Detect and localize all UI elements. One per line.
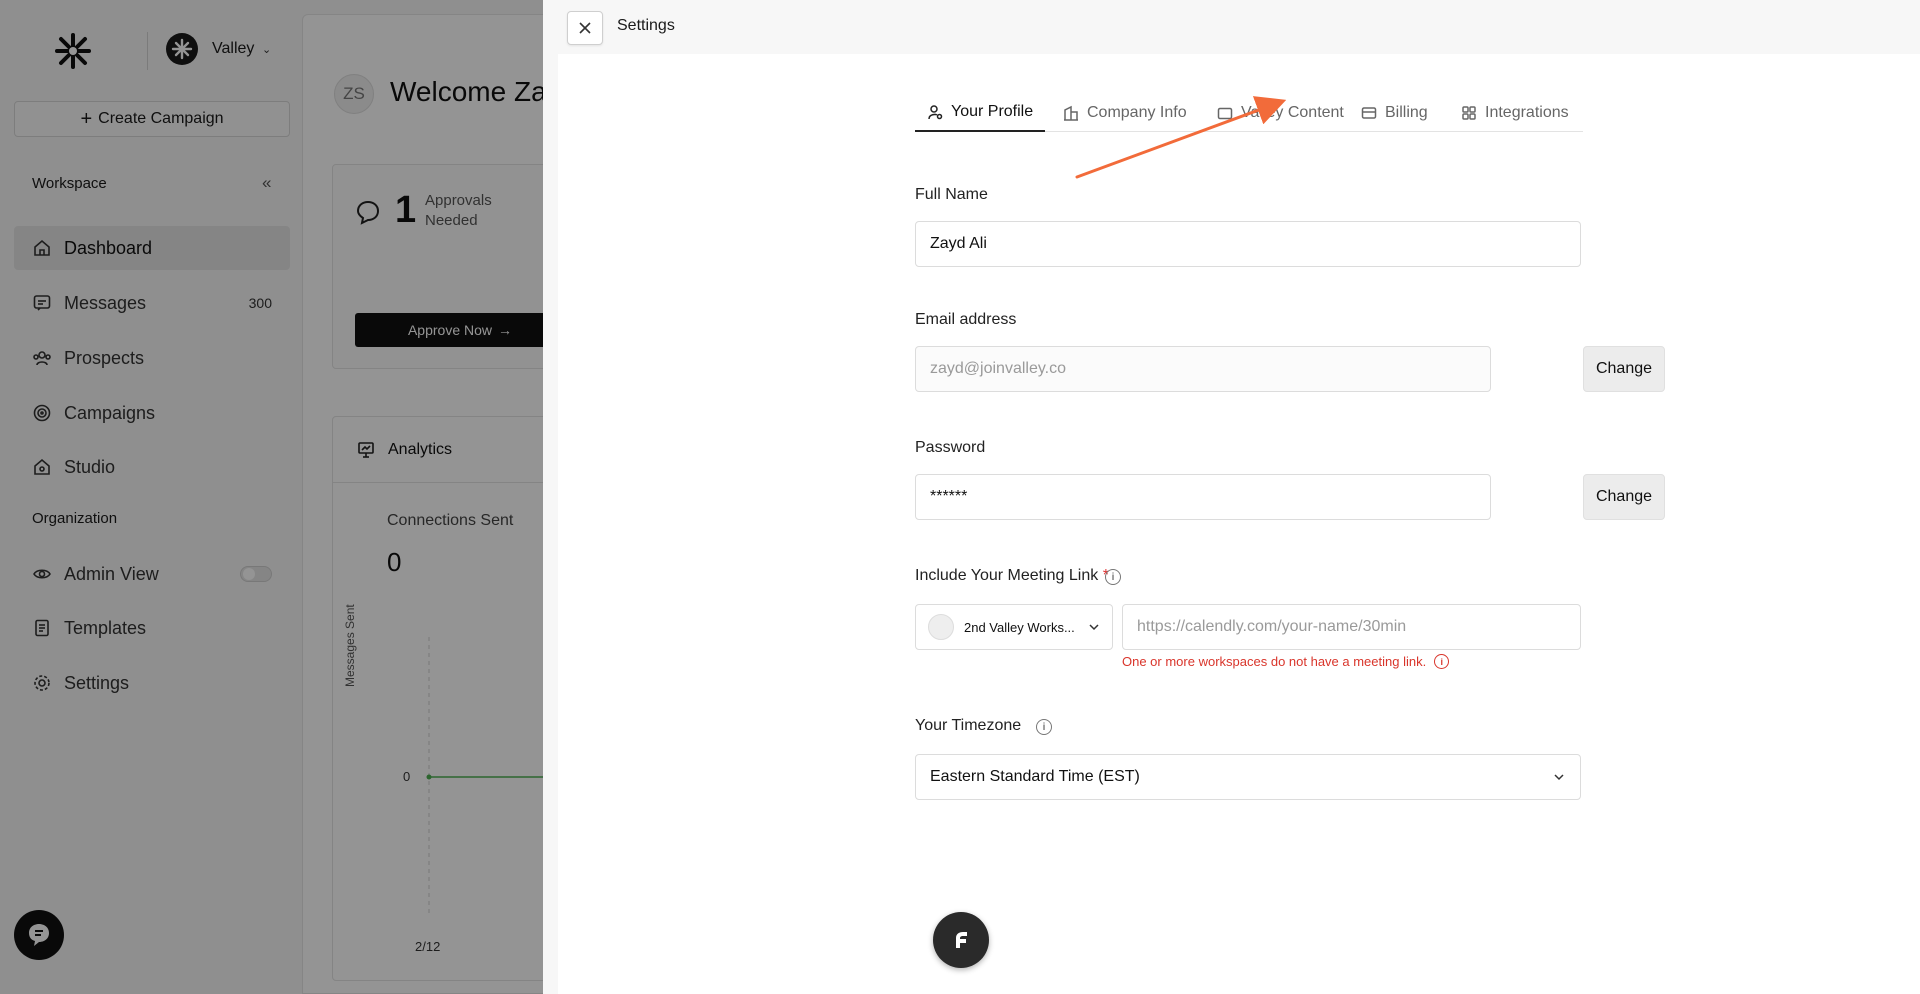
timezone-value: Eastern Standard Time (EST) [930,768,1140,785]
change-email-label: Change [1595,360,1653,377]
meeting-link-error-text: One or more workspaces do not have a mee… [1122,654,1427,669]
settings-tabs: Your Profile Company Info Valley Content… [915,94,1583,132]
settings-title: Settings [617,17,675,34]
tab-label: Your Profile [951,103,1034,120]
close-icon [579,22,591,34]
tab-label: Company Info [1087,104,1187,121]
settings-drawer: Settings Your Profile Company Info Valle… [543,0,1920,994]
brand-f-icon [956,932,967,948]
tab-billing[interactable]: Billing [1361,94,1428,132]
settings-header: Settings [543,0,1920,54]
full-name-label: Full Name [915,186,988,203]
tab-valley-content[interactable]: Valley Content [1217,94,1344,132]
chevron-down-icon [1089,624,1099,631]
chevron-down-icon [1554,774,1564,781]
meeting-link-input[interactable]: https://calendly.com/your-name/30min [1122,604,1581,650]
card-icon [1361,107,1377,119]
close-button[interactable] [567,11,603,45]
meeting-link-error: One or more workspaces do not have a mee… [1122,654,1450,669]
tab-integrations[interactable]: Integrations [1461,94,1569,132]
meeting-link-placeholder: https://calendly.com/your-name/30min [1137,618,1407,635]
timezone-select[interactable]: Eastern Standard Time (EST) [915,754,1581,800]
meeting-link-label: Include Your Meeting Link * [915,567,1109,585]
folder-icon [1217,107,1233,120]
full-name-value: Zayd Ali [930,235,987,252]
profile-icon [928,105,943,120]
building-icon [1064,105,1078,121]
error-info-icon[interactable]: i [1434,654,1450,669]
workspace-avatar-icon [928,614,954,640]
password-field[interactable]: ****** [915,474,1491,520]
password-value: ****** [930,488,968,505]
email-field[interactable]: zayd@joinvalley.co [915,346,1491,392]
change-password-button[interactable]: Change [1583,474,1665,520]
meeting-link-label-text: Include Your Meeting Link [915,567,1099,584]
info-icon[interactable]: i [1036,719,1052,735]
change-password-label: Change [1595,488,1653,505]
tab-your-profile[interactable]: Your Profile [915,94,1046,132]
email-label: Email address [915,311,1017,328]
full-name-input[interactable]: Zayd Ali [915,221,1581,267]
tab-company-info[interactable]: Company Info [1063,94,1187,132]
grid-icon [1462,106,1476,120]
workspace-select-value: 2nd Valley Works... [964,619,1075,635]
tab-label: Integrations [1485,104,1569,121]
tab-label: Billing [1385,104,1428,121]
password-label: Password [915,439,986,456]
info-icon[interactable]: i [1105,569,1121,585]
tab-label: Valley Content [1241,104,1344,121]
email-value: zayd@joinvalley.co [930,360,1067,377]
timezone-label: Your Timezone [915,717,1022,734]
change-email-button[interactable]: Change [1583,346,1665,392]
floating-action-button[interactable] [933,912,989,968]
modal-overlay[interactable] [0,0,543,994]
settings-body: Your Profile Company Info Valley Content… [558,54,1920,994]
workspace-select[interactable]: 2nd Valley Works... [915,604,1113,650]
